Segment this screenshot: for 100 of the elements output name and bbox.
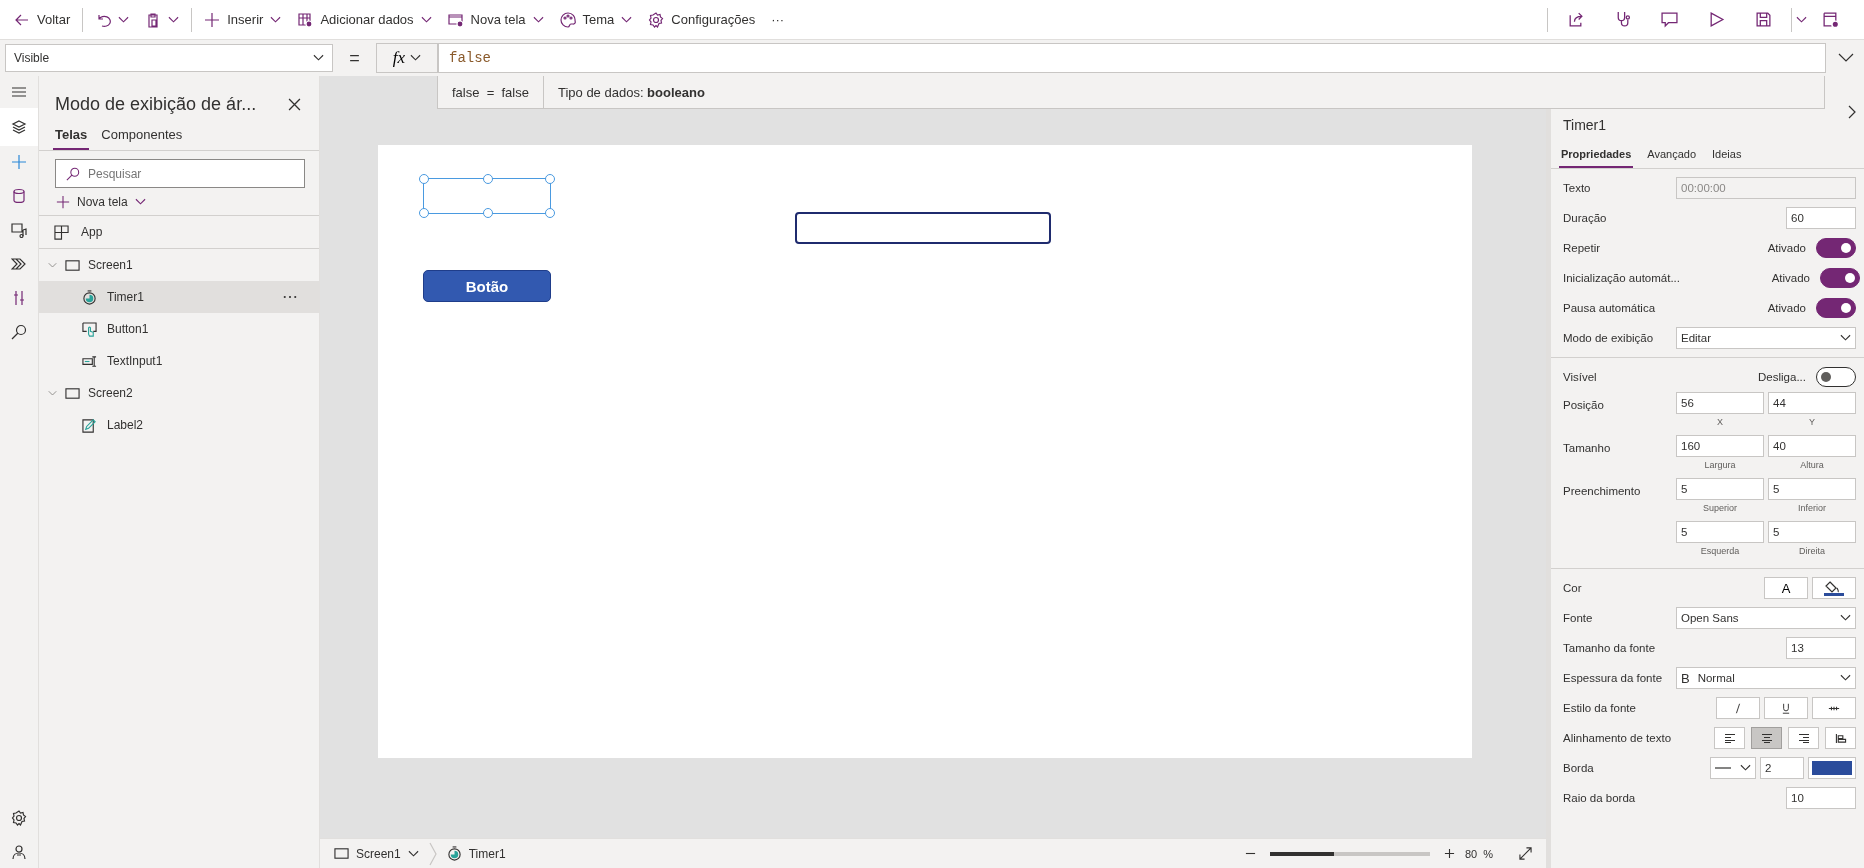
pencil-icon: [82, 417, 97, 433]
fullscreen-icon[interactable]: [1519, 847, 1532, 860]
underline-button[interactable]: [1764, 697, 1808, 719]
property-label: Inicialização automát...: [1563, 272, 1680, 284]
chevron-down-icon[interactable]: [1796, 15, 1807, 24]
settings-icon[interactable]: [11, 810, 27, 826]
toolbar-button[interactable]: Voltar: [6, 3, 79, 36]
field-caption: Altura: [1800, 460, 1824, 470]
field-caption: X: [1717, 417, 1723, 427]
align-button[interactable]: [1788, 727, 1819, 749]
fill-color-button[interactable]: [1812, 577, 1856, 599]
tree-item[interactable]: Label2: [39, 409, 319, 441]
number-field[interactable]: 5: [1768, 521, 1856, 543]
formula-field[interactable]: false: [438, 43, 1826, 73]
text-input-control[interactable]: [795, 212, 1051, 244]
tree-item[interactable]: Timer1: [39, 281, 319, 313]
close-icon[interactable]: [288, 98, 301, 111]
hint-expression: false = false: [438, 76, 544, 108]
rail-tab[interactable]: [0, 108, 38, 146]
toolbar-button[interactable]: Nova tela: [439, 3, 552, 36]
number-field[interactable]: 5: [1676, 478, 1764, 500]
border-style-dropdown[interactable]: [1710, 757, 1756, 779]
control-name: Timer1: [1563, 116, 1607, 133]
toolbar-button[interactable]: Inserir: [196, 3, 290, 36]
table-icon: [297, 11, 314, 28]
zoom-in-icon[interactable]: [1443, 848, 1455, 859]
toggle-switch[interactable]: [1820, 268, 1860, 288]
toggle-switch[interactable]: [1816, 238, 1856, 258]
align-button[interactable]: [1714, 727, 1745, 749]
expand-chevron-icon[interactable]: [1838, 53, 1854, 63]
number-field[interactable]: 5: [1768, 478, 1856, 500]
plus-icon: [204, 11, 221, 28]
search-field[interactable]: Pesquisar: [55, 159, 305, 188]
property-label: Espessura da fonte: [1563, 672, 1664, 684]
comment-icon[interactable]: [1661, 11, 1678, 28]
toolbar-button[interactable]: Adicionar dados: [289, 3, 440, 36]
collapse-chevron-icon[interactable]: [1848, 104, 1856, 119]
properties-tab[interactable]: Ideias: [1710, 148, 1744, 168]
person-icon[interactable]: [11, 844, 27, 860]
property-label: Pausa automática: [1563, 302, 1657, 314]
align-button[interactable]: [1751, 727, 1782, 749]
tree-item[interactable]: App: [39, 215, 319, 249]
play-icon[interactable]: [1708, 11, 1725, 28]
number-field[interactable]: 2: [1760, 757, 1804, 779]
align-top-icon: [1834, 732, 1847, 744]
tree-item[interactable]: Screen2: [39, 377, 319, 409]
canvas-button[interactable]: Botão: [423, 270, 551, 302]
toolbar-button[interactable]: Configurações: [640, 3, 764, 36]
number-field[interactable]: 5: [1676, 521, 1764, 543]
property-dropdown[interactable]: Visible: [5, 44, 333, 72]
new-screen-button[interactable]: Nova tela: [39, 188, 146, 215]
palette-icon: [559, 11, 576, 28]
breadcrumb-item[interactable]: Timer1: [446, 846, 506, 861]
chevron-down-icon: [1840, 334, 1851, 342]
publish-icon[interactable]: [1822, 11, 1839, 28]
number-field[interactable]: 44: [1768, 392, 1856, 414]
search-icon[interactable]: [11, 324, 27, 340]
number-field[interactable]: 60: [1786, 207, 1856, 229]
save-icon[interactable]: [1755, 11, 1772, 28]
toggle-state: Ativado: [1767, 302, 1806, 314]
settings-icon: [648, 11, 665, 28]
toolbar-button[interactable]: Tema: [551, 3, 641, 36]
property-label: Modo de exibição: [1563, 332, 1655, 344]
dropdown[interactable]: B Normal: [1676, 667, 1856, 689]
number-field[interactable]: 10: [1786, 787, 1856, 809]
align-button[interactable]: [1825, 727, 1856, 749]
tree-item[interactable]: Screen1: [39, 249, 319, 281]
border-color-button[interactable]: [1808, 757, 1856, 779]
panel-tab[interactable]: Telas: [53, 123, 90, 150]
number-field[interactable]: 56: [1676, 392, 1764, 414]
number-field[interactable]: 160: [1676, 435, 1764, 457]
menu-icon[interactable]: [11, 84, 27, 100]
number-field[interactable]: 40: [1768, 435, 1856, 457]
tree-item[interactable]: Button1: [39, 313, 319, 345]
property-label: Visível: [1563, 371, 1598, 383]
more-button[interactable]: ···: [763, 3, 793, 36]
toggle-state: Desliga...: [1758, 371, 1806, 383]
dropdown[interactable]: Editar: [1676, 327, 1856, 349]
panel-tab[interactable]: Componentes: [99, 123, 185, 150]
function-button[interactable]: fx: [376, 43, 438, 73]
breadcrumb-item[interactable]: Screen1: [334, 846, 419, 861]
tree-item[interactable]: TextInput1: [39, 345, 319, 377]
chevron-down-icon: [410, 54, 422, 62]
cylinder-icon[interactable]: [11, 188, 27, 204]
more-options-icon[interactable]: [283, 295, 297, 299]
share-icon[interactable]: [1567, 11, 1584, 28]
screen-icon: [334, 846, 349, 861]
media-icon[interactable]: [11, 222, 27, 238]
number-field[interactable]: 13: [1786, 637, 1856, 659]
flow-icon[interactable]: [11, 256, 27, 272]
property-label: Duração: [1563, 212, 1608, 224]
properties-tab[interactable]: Propriedades: [1559, 148, 1634, 168]
properties-tab[interactable]: Avançado: [1645, 148, 1699, 168]
toggle-switch[interactable]: [1816, 298, 1856, 318]
dropdown[interactable]: Open Sans: [1676, 607, 1856, 629]
toggle-switch[interactable]: [1816, 367, 1856, 387]
button-tap-icon: [82, 321, 97, 337]
text-color-button[interactable]: A: [1764, 577, 1808, 599]
zoom-slider[interactable]: [1269, 851, 1430, 856]
sliders-icon[interactable]: [11, 290, 27, 306]
